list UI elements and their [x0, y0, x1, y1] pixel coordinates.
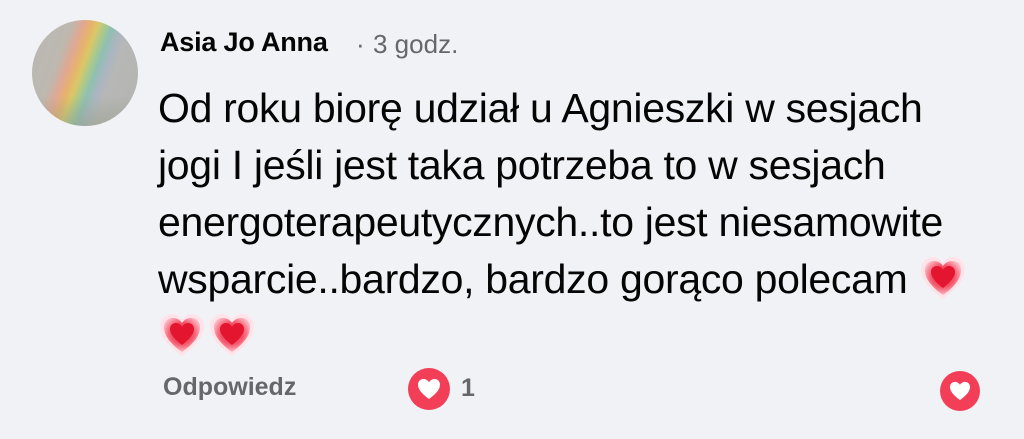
- heart-icon: [950, 381, 970, 401]
- reaction-count[interactable]: 1: [461, 374, 475, 403]
- reply-button[interactable]: Odpowiedz: [163, 373, 296, 402]
- sparkling-heart-emoji: [210, 314, 254, 356]
- sparkling-heart-emoji: [160, 314, 204, 356]
- comment-text: Od roku biorę udział u Agnieszki w sesja…: [158, 85, 944, 302]
- heart-icon: [418, 379, 440, 399]
- reaction-badge[interactable]: [408, 368, 450, 410]
- avatar[interactable]: [32, 20, 138, 126]
- comment-author[interactable]: Asia Jo Anna: [160, 27, 328, 58]
- sparkling-heart-emoji: [920, 257, 965, 299]
- separator-dot: ·: [356, 29, 365, 59]
- react-button[interactable]: [940, 371, 980, 411]
- comment-body: Od roku biorę udział u Agnieszki w sesja…: [158, 80, 988, 365]
- comment-timestamp[interactable]: 3 godz.: [373, 29, 458, 60]
- comment: Asia Jo Anna · 3 godz. Od roku biorę udz…: [0, 0, 1024, 439]
